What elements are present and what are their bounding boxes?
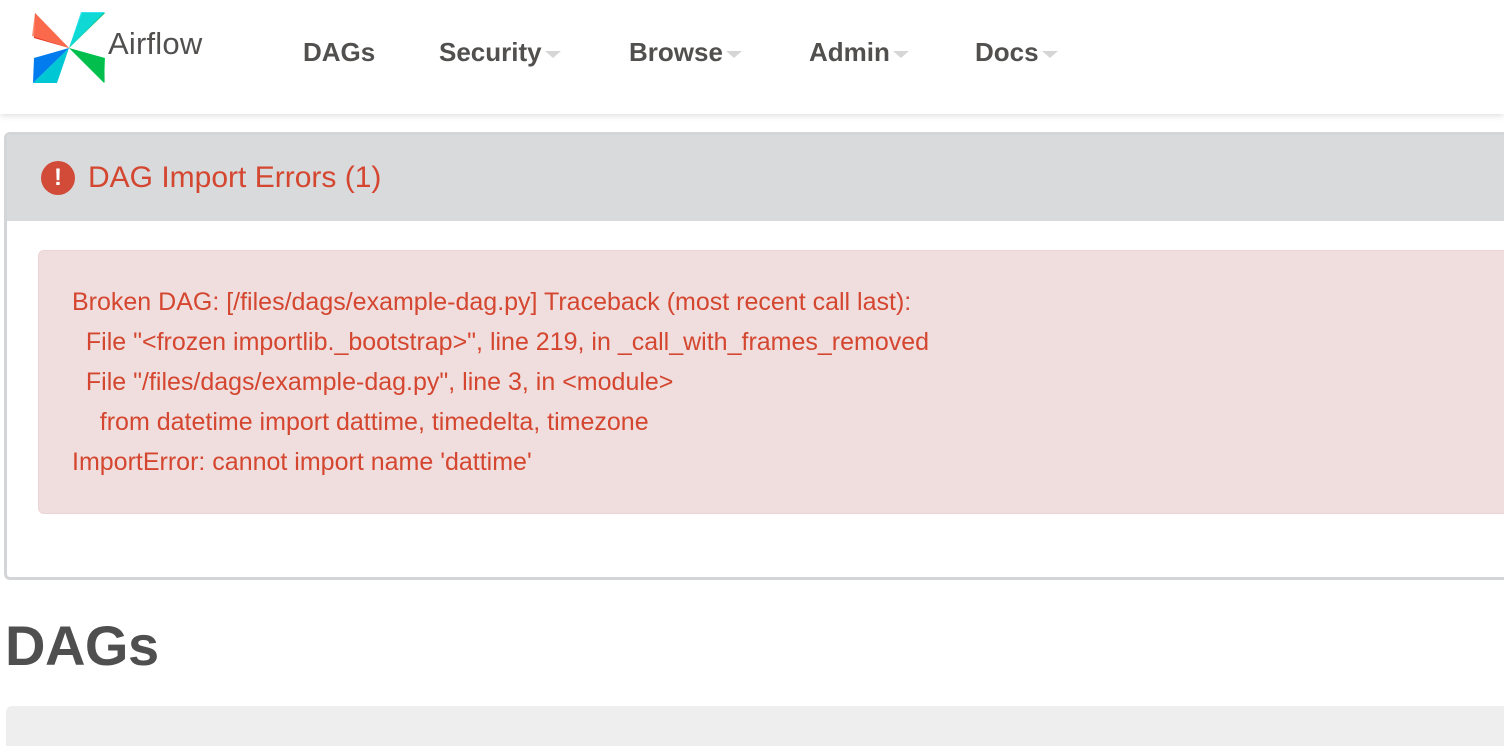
caret-down-icon	[892, 50, 909, 58]
brand-link[interactable]: Airflow	[32, 12, 202, 84]
nav-admin[interactable]: Admin	[809, 34, 909, 70]
nav-security-label: Security	[439, 36, 542, 67]
exclamation-circle-icon: !	[41, 161, 75, 195]
top-navbar: Airflow DAGs Security Browse Admin Docs	[0, 0, 1504, 114]
nav-docs-label: Docs	[975, 36, 1039, 67]
nav-dags-label: DAGs	[303, 36, 376, 67]
import-error-alert: Broken DAG: [/files/dags/example-dag.py]…	[38, 250, 1504, 514]
caret-down-icon	[1041, 50, 1058, 58]
nav-admin-label: Admin	[809, 36, 890, 67]
import-errors-title: DAG Import Errors (1)	[88, 161, 382, 194]
brand-name: Airflow	[108, 26, 203, 61]
airflow-pinwheel-icon	[32, 12, 105, 83]
caret-down-icon	[544, 50, 561, 58]
dags-toolbar-panel	[6, 706, 1504, 746]
nav-browse[interactable]: Browse	[629, 34, 742, 70]
nav-browse-label: Browse	[629, 36, 723, 67]
caret-down-icon	[725, 50, 742, 58]
import-error-traceback: Broken DAG: [/files/dags/example-dag.py]…	[72, 288, 930, 476]
nav-security[interactable]: Security	[439, 34, 561, 70]
nav-docs[interactable]: Docs	[975, 34, 1058, 70]
import-errors-panel: ! DAG Import Errors (1) Broken DAG: [/fi…	[4, 132, 1504, 580]
import-errors-header[interactable]: ! DAG Import Errors (1)	[7, 135, 1504, 221]
nav-dags[interactable]: DAGs	[303, 34, 375, 70]
page-title: DAGs	[5, 614, 159, 677]
